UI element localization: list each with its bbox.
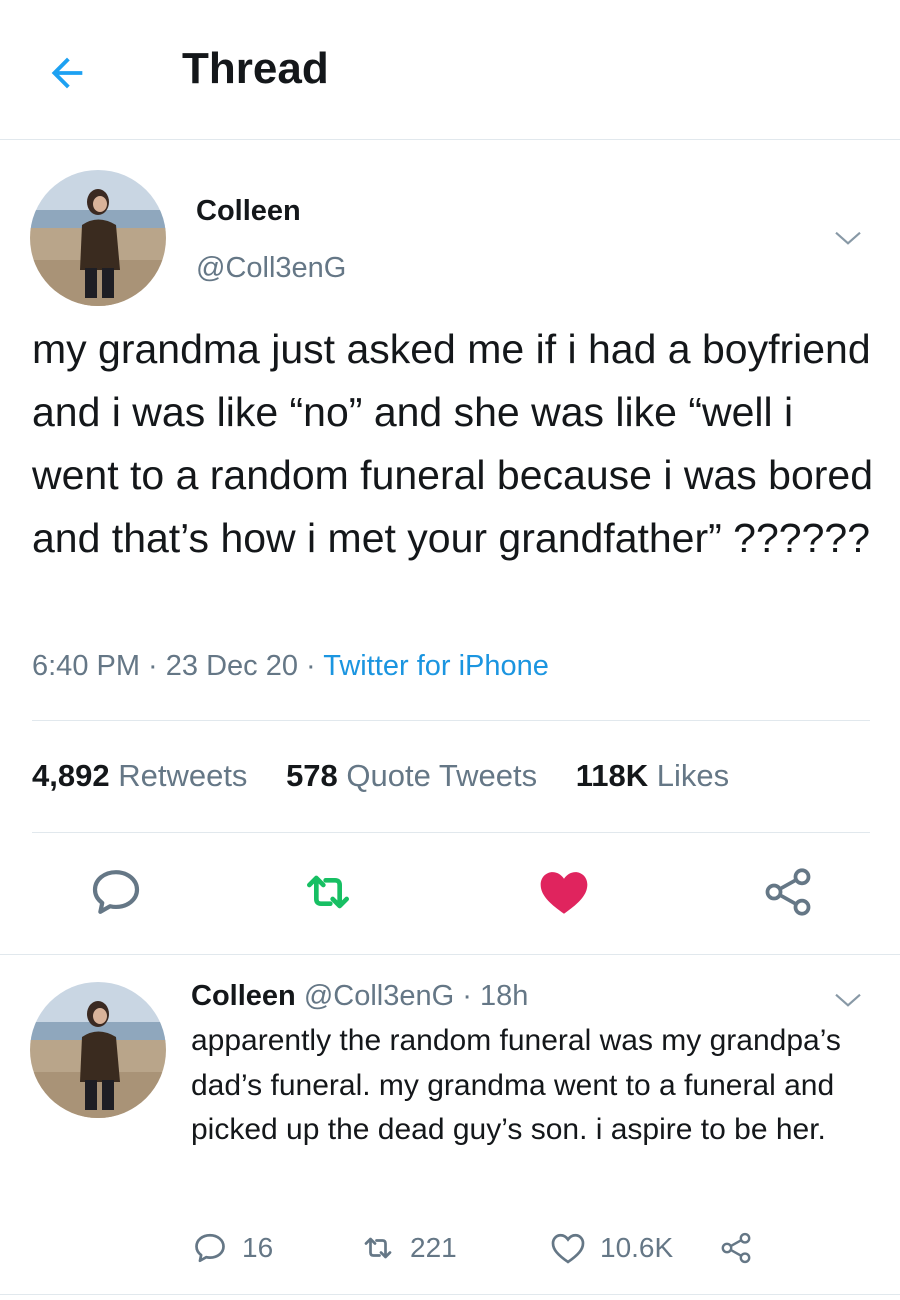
share-icon [765,868,811,916]
heart-icon [540,872,588,914]
share-button[interactable] [760,864,816,920]
meta-separator: · [454,980,480,1012]
avatar[interactable] [30,170,166,306]
reply-author-handle[interactable]: @Coll3enG [304,980,454,1012]
thread-header: Thread [0,0,900,140]
reply-avatar[interactable] [30,982,166,1118]
back-button[interactable] [44,50,92,98]
reply-count: 16 [242,1232,274,1263]
retweets-stat[interactable]: 4,892 Retweets [32,758,247,793]
profile-photo-icon [30,170,166,306]
back-arrow-icon [51,57,83,89]
reply-reply-button[interactable]: 16 [192,1228,273,1268]
tweet-stats: 4,892 Retweets 578 Quote Tweets 118K Lik… [32,758,759,794]
reply-author-name[interactable]: Colleen [191,980,296,1012]
divider [0,954,900,955]
reply-like-button[interactable]: 10.6K [550,1228,673,1268]
retweet-icon [307,875,349,909]
like-button[interactable] [536,864,592,920]
divider [32,720,870,721]
author-name[interactable]: Colleen [196,195,301,228]
likes-count: 118K [575,758,649,793]
tweet-options-button[interactable] [832,222,864,254]
reply-header: Colleen @Coll3enG · 18h [191,980,528,1013]
divider [0,1294,900,1295]
retweet-button[interactable] [300,864,356,920]
reply-icon [92,870,140,914]
tweet-date[interactable]: 23 Dec 20 [166,650,298,682]
retweets-count: 4,892 [32,758,110,793]
tweet-meta: 6:40 PM · 23 Dec 20 · Twitter for iPhone [32,650,549,683]
reply-time[interactable]: 18h [480,980,528,1012]
quotes-label: Quote Tweets [346,758,538,793]
author-handle[interactable]: @Coll3enG [196,252,346,285]
reply-button[interactable] [88,864,144,920]
quotes-count: 578 [286,758,338,793]
divider [32,832,870,833]
tweet-time[interactable]: 6:40 PM [32,650,140,682]
share-icon [721,1232,751,1264]
retweet-count: 221 [410,1232,457,1263]
tweet-source[interactable]: Twitter for iPhone [323,650,549,682]
quotes-stat[interactable]: 578 Quote Tweets [286,758,537,793]
page-title: Thread [182,44,329,93]
tweet-text: my grandma just asked me if i had a boyf… [32,326,874,561]
reply-retweet-button[interactable]: 221 [360,1228,457,1268]
reply-share-button[interactable] [718,1228,768,1268]
heart-icon [551,1233,585,1264]
like-count: 10.6K [600,1232,674,1263]
chevron-down-icon [835,231,861,245]
likes-label: Likes [656,758,730,793]
retweet-icon [364,1237,392,1259]
reply-options-button[interactable] [832,984,864,1016]
retweets-label: Retweets [118,758,248,793]
likes-stat[interactable]: 118K Likes [576,758,729,793]
reply-icon [195,1233,225,1263]
reply-text: apparently the random funeral was my gra… [191,1024,841,1146]
profile-photo-icon [30,982,166,1118]
meta-separator: · [297,650,324,682]
meta-separator: · [140,650,166,682]
chevron-down-icon [835,993,861,1007]
